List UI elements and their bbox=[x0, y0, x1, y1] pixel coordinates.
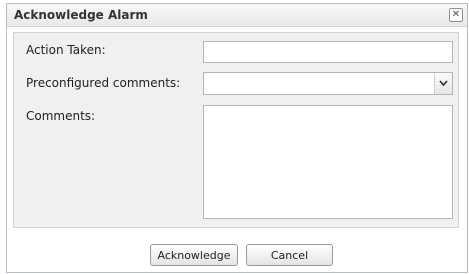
acknowledge-alarm-dialog: Acknowledge Alarm ✕ Action Taken: Precon… bbox=[6, 3, 468, 273]
dialog-title: Acknowledge Alarm bbox=[14, 8, 148, 22]
acknowledge-button[interactable]: Acknowledge bbox=[150, 244, 238, 266]
form-panel: Action Taken: Preconfigured comments: Co… bbox=[13, 32, 459, 228]
comments-textarea[interactable] bbox=[203, 105, 453, 219]
chevron-down-icon bbox=[439, 80, 448, 87]
dropdown-button[interactable] bbox=[434, 73, 452, 94]
preconfigured-comments-select[interactable] bbox=[203, 72, 453, 95]
close-icon: ✕ bbox=[451, 9, 461, 20]
close-button[interactable]: ✕ bbox=[449, 8, 463, 22]
action-taken-label: Action Taken: bbox=[26, 43, 106, 57]
cancel-button[interactable]: Cancel bbox=[246, 244, 333, 266]
dialog-titlebar[interactable]: Acknowledge Alarm ✕ bbox=[7, 4, 467, 27]
preconfigured-comments-label: Preconfigured comments: bbox=[26, 76, 181, 90]
comments-label: Comments: bbox=[26, 109, 96, 123]
action-taken-input[interactable] bbox=[203, 41, 453, 63]
dialog-footer: Acknowledge Cancel bbox=[7, 232, 467, 272]
